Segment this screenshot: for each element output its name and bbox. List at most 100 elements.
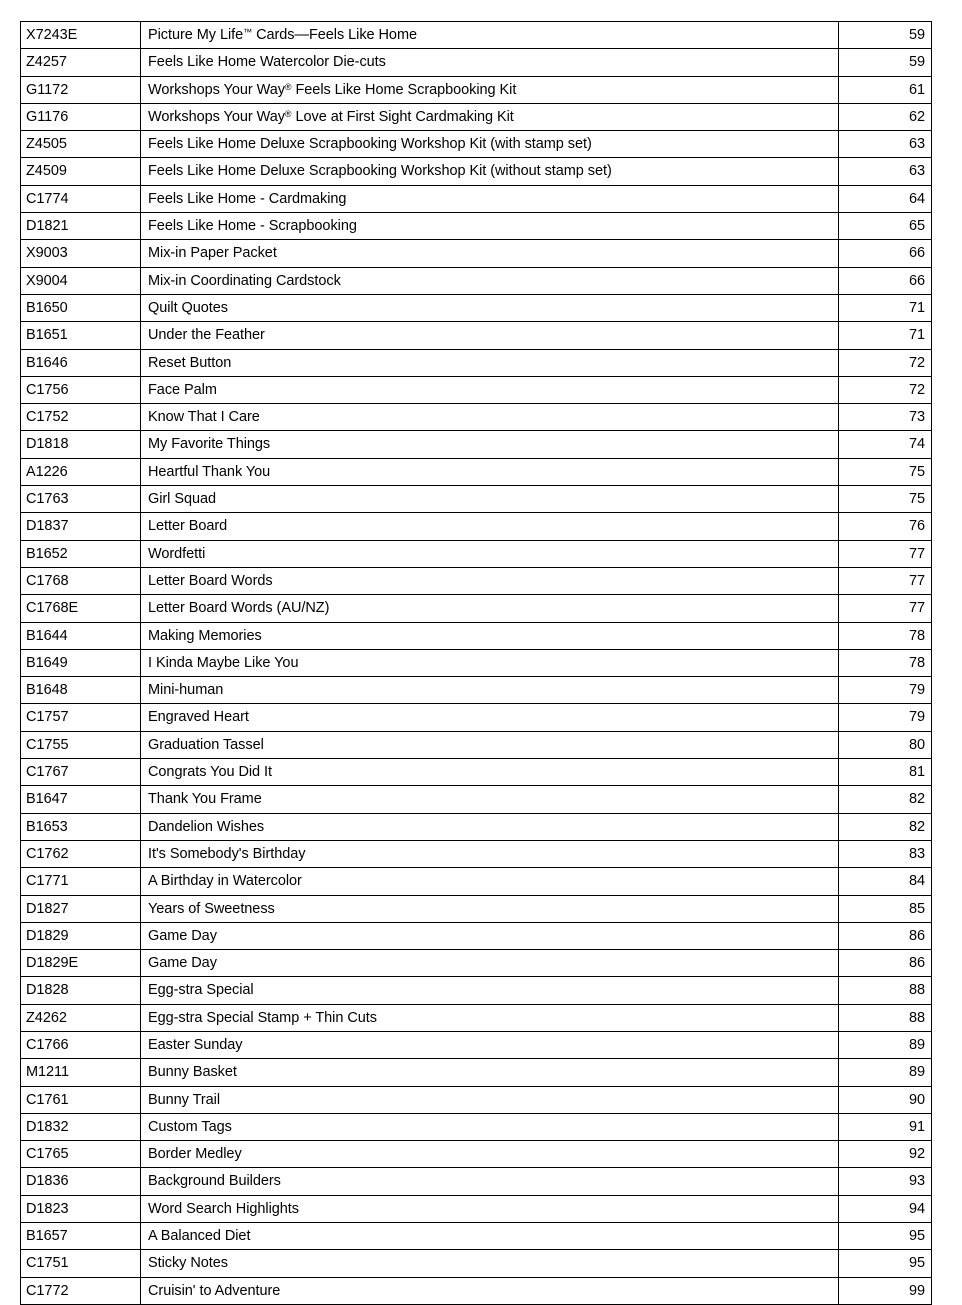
cell-sku: D1836: [20, 1167, 141, 1196]
cell-sku: B1650: [20, 293, 141, 323]
cell-sku: B1652: [20, 539, 141, 568]
table-row: B1657 A Balanced Diet 95: [20, 1222, 932, 1251]
table-row: C1768E Letter Board Words (AU/NZ) 77: [20, 594, 932, 623]
cell-product-name: Picture My Life™ Cards—Feels Like Home: [140, 20, 839, 50]
cell-page-number: 83: [838, 839, 932, 869]
cell-sku: X7243E: [20, 20, 141, 50]
cell-page-number: 72: [838, 348, 932, 377]
table-row: C1765 Border Medley 92: [20, 1140, 932, 1169]
cell-product-name: Bunny Trail: [140, 1085, 839, 1114]
table-row: C1751 Sticky Notes 95: [20, 1249, 932, 1278]
cell-product-name: Graduation Tassel: [140, 730, 839, 760]
cell-sku: D1828: [20, 976, 141, 1005]
cell-product-name: Years of Sweetness: [140, 894, 839, 923]
cell-sku: G1172: [20, 75, 141, 104]
cell-product-name: Feels Like Home - Cardmaking: [140, 184, 839, 214]
cell-page-number: 80: [838, 730, 932, 760]
cell-product-name: A Balanced Diet: [140, 1222, 839, 1251]
cell-sku: C1772: [20, 1276, 141, 1305]
cell-product-name: Mini-human: [140, 676, 839, 705]
cell-product-name: Word Search Highlights: [140, 1194, 839, 1224]
cell-page-number: 64: [838, 184, 932, 214]
table-row: C1766 Easter Sunday 89: [20, 1030, 932, 1060]
cell-product-name: Egg-stra Special Stamp + Thin Cuts: [140, 1003, 839, 1032]
cell-sku: Z4505: [20, 130, 141, 159]
cell-product-name: Heartful Thank You: [140, 457, 839, 487]
cell-sku: C1761: [20, 1085, 141, 1114]
cell-product-name: Reset Button: [140, 348, 839, 377]
cell-page-number: 89: [838, 1058, 932, 1087]
cell-product-name: Dandelion Wishes: [140, 812, 839, 841]
cell-product-name: My Favorite Things: [140, 430, 839, 459]
cell-sku: D1829E: [20, 949, 141, 978]
cell-sku: D1829: [20, 921, 141, 951]
cell-sku: D1818: [20, 430, 141, 459]
cell-sku: X9004: [20, 266, 141, 295]
cell-page-number: 89: [838, 1030, 932, 1060]
cell-product-name: Cruisin' to Adventure: [140, 1276, 839, 1305]
cell-page-number: 76: [838, 512, 932, 541]
cell-product-name: Mix-in Paper Packet: [140, 239, 839, 268]
cell-page-number: 63: [838, 130, 932, 159]
cell-sku: C1768: [20, 566, 141, 596]
table-row: C1762 It's Somebody's Birthday 83: [20, 839, 932, 869]
table-row: B1647 Thank You Frame 82: [20, 785, 932, 814]
table-row: X9003 Mix-in Paper Packet 66: [20, 239, 932, 268]
cell-page-number: 73: [838, 403, 932, 432]
table-row: B1651 Under the Feather 71: [20, 321, 932, 350]
table-row: C1768 Letter Board Words 77: [20, 566, 932, 596]
table-row: Z4257 Feels Like Home Watercolor Die-cuts…: [20, 48, 932, 77]
table-row: Z4505 Feels Like Home Deluxe Scrapbooking…: [20, 130, 932, 159]
cell-page-number: 71: [838, 293, 932, 323]
table-row: B1648 Mini-human 79: [20, 676, 932, 705]
cell-sku: C1755: [20, 730, 141, 760]
cell-sku: D1821: [20, 212, 141, 241]
table-row: C1756 Face Palm 72: [20, 375, 932, 405]
table-row: B1646 Reset Button 72: [20, 348, 932, 377]
table-row: C1771 A Birthday in Watercolor 84: [20, 867, 932, 896]
cell-page-number: 94: [838, 1194, 932, 1224]
cell-page-number: 78: [838, 621, 932, 650]
cell-page-number: 59: [838, 48, 932, 77]
table-row: C1774 Feels Like Home - Cardmaking 64: [20, 184, 932, 214]
cell-product-name: Background Builders: [140, 1167, 839, 1196]
cell-product-name: Sticky Notes: [140, 1249, 839, 1278]
cell-product-name: Game Day: [140, 949, 839, 978]
cell-product-name: Mix-in Coordinating Cardstock: [140, 266, 839, 295]
table-row: X7243E Picture My Life™ Cards—Feels Like …: [20, 20, 932, 50]
cell-sku: C1763: [20, 485, 141, 514]
cell-sku: D1837: [20, 512, 141, 541]
table-row: D1827 Years of Sweetness 85: [20, 894, 932, 923]
cell-page-number: 91: [838, 1112, 932, 1142]
table-row: B1652 Wordfetti 77: [20, 539, 932, 568]
cell-product-name: Workshops Your Way® Love at First Sight …: [140, 102, 839, 132]
cell-sku: C1752: [20, 403, 141, 432]
cell-page-number: 93: [838, 1167, 932, 1196]
table-row: B1650 Quilt Quotes 71: [20, 293, 932, 323]
cell-page-number: 92: [838, 1140, 932, 1169]
cell-sku: C1766: [20, 1030, 141, 1060]
cell-page-number: 84: [838, 867, 932, 896]
cell-page-number: 82: [838, 785, 932, 814]
cell-page-number: 99: [838, 1276, 932, 1305]
cell-sku: C1762: [20, 839, 141, 869]
cell-product-name: Letter Board Words (AU/NZ): [140, 594, 839, 623]
cell-sku: C1768E: [20, 594, 141, 623]
cell-product-name: Thank You Frame: [140, 785, 839, 814]
cell-sku: D1832: [20, 1112, 141, 1142]
cell-page-number: 71: [838, 321, 932, 350]
table-row: D1832 Custom Tags 91: [20, 1112, 932, 1142]
cell-page-number: 95: [838, 1249, 932, 1278]
cell-page-number: 66: [838, 239, 932, 268]
cell-product-name: Feels Like Home Watercolor Die-cuts: [140, 48, 839, 77]
document-page: X7243E Picture My Life™ Cards—Feels Like …: [0, 0, 962, 1305]
cell-sku: D1823: [20, 1194, 141, 1224]
cell-product-name: Custom Tags: [140, 1112, 839, 1142]
cell-sku: B1646: [20, 348, 141, 377]
cell-sku: B1657: [20, 1222, 141, 1251]
cell-sku: C1765: [20, 1140, 141, 1169]
cell-page-number: 75: [838, 457, 932, 487]
cell-product-name: Letter Board Words: [140, 566, 839, 596]
table-row: D1818 My Favorite Things 74: [20, 430, 932, 459]
cell-product-name: Feels Like Home Deluxe Scrapbooking Work…: [140, 157, 839, 186]
